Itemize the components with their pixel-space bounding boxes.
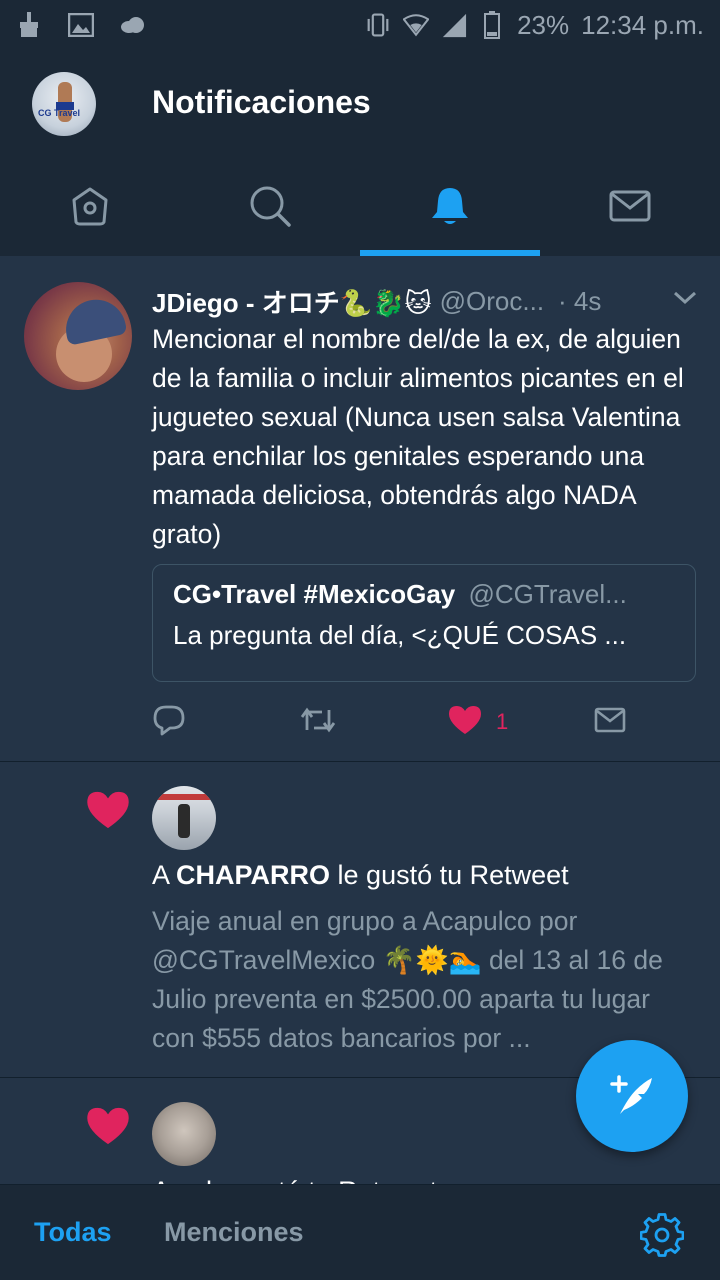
cleaner-icon bbox=[16, 12, 42, 38]
quoted-author-name: CG•Travel #MexicoGay bbox=[173, 579, 456, 609]
avatar[interactable] bbox=[152, 786, 216, 850]
mail-icon bbox=[594, 706, 626, 739]
tweet-actions: 1 bbox=[152, 702, 652, 742]
reply-icon bbox=[152, 704, 186, 741]
gear-icon[interactable] bbox=[639, 1213, 685, 1262]
tweet-author-name[interactable]: JDiego - オロチ🐍🐉🐱 bbox=[152, 283, 432, 320]
vibrate-icon bbox=[365, 12, 391, 38]
page-title: Notificaciones bbox=[152, 84, 371, 120]
liked-tweet-text: Viaje anual en grupo a Acapulco por @CGT… bbox=[152, 906, 663, 1053]
app-bar: CG Travel Notificaciones bbox=[0, 50, 720, 256]
tab-todas[interactable]: Todas bbox=[34, 1217, 112, 1248]
home-icon bbox=[68, 184, 112, 233]
signal-icon bbox=[441, 12, 467, 38]
heart-icon bbox=[86, 1106, 130, 1151]
tweet-notification[interactable]: JDiego - オロチ🐍🐉🐱 @Oroc... · 4s Mencionar … bbox=[0, 258, 720, 762]
compose-tweet-button[interactable] bbox=[576, 1040, 688, 1152]
tweet-time: · 4s bbox=[558, 285, 602, 316]
battery-icon bbox=[479, 11, 505, 39]
tab-search[interactable] bbox=[180, 160, 360, 256]
like-notification[interactable]: A CHAPARRO le gustó tu Retweet Viaje anu… bbox=[0, 762, 720, 1078]
like-user[interactable]: CHAPARRO bbox=[176, 860, 330, 890]
like-button[interactable]: 1 bbox=[448, 702, 508, 742]
heart-icon bbox=[448, 705, 482, 740]
tweet-author-handle: @Oroc... bbox=[439, 285, 545, 316]
search-icon bbox=[248, 184, 292, 233]
avatar[interactable] bbox=[24, 282, 132, 390]
chevron-down-icon[interactable] bbox=[672, 288, 698, 313]
tab-home[interactable] bbox=[0, 160, 180, 256]
cloud-icon bbox=[120, 12, 146, 38]
tab-menciones[interactable]: Menciones bbox=[164, 1217, 304, 1248]
tab-messages[interactable] bbox=[540, 160, 720, 256]
image-icon bbox=[68, 12, 94, 38]
profile-avatar[interactable]: CG Travel bbox=[32, 72, 96, 136]
retweet-icon bbox=[300, 706, 336, 739]
bell-icon bbox=[428, 184, 472, 233]
tweet-text: Mencionar el nombre del/de la ex, de alg… bbox=[152, 324, 684, 549]
dm-button[interactable] bbox=[594, 702, 626, 742]
battery-percent: 23% bbox=[517, 9, 570, 40]
mail-icon bbox=[608, 184, 652, 233]
bottom-bar: Todas Menciones bbox=[0, 1184, 720, 1280]
compose-quill-icon bbox=[606, 1068, 658, 1125]
avatar[interactable] bbox=[152, 1102, 216, 1166]
status-bar: 23% 12:34 p.m. bbox=[0, 0, 720, 50]
tab-bar bbox=[0, 160, 720, 256]
like-count: 1 bbox=[496, 709, 509, 734]
heart-icon bbox=[86, 790, 130, 835]
retweet-button[interactable] bbox=[300, 702, 336, 742]
like-title: A CHAPARRO le gustó tu Retweet bbox=[152, 860, 569, 890]
wifi-icon bbox=[403, 12, 430, 38]
quoted-author-handle: @CGTravel... bbox=[468, 579, 627, 609]
tab-notifications[interactable] bbox=[360, 160, 540, 256]
clock: 12:34 p.m. bbox=[581, 9, 704, 40]
quoted-text: La pregunta del día, <¿QUÉ COSAS ... bbox=[173, 620, 627, 650]
reply-button[interactable] bbox=[152, 702, 186, 742]
tweet-header: JDiego - オロチ🐍🐉🐱 @Oroc... · 4s bbox=[152, 282, 704, 320]
quoted-tweet[interactable]: CG•Travel #MexicoGay @CGTravel... La pre… bbox=[152, 564, 696, 682]
